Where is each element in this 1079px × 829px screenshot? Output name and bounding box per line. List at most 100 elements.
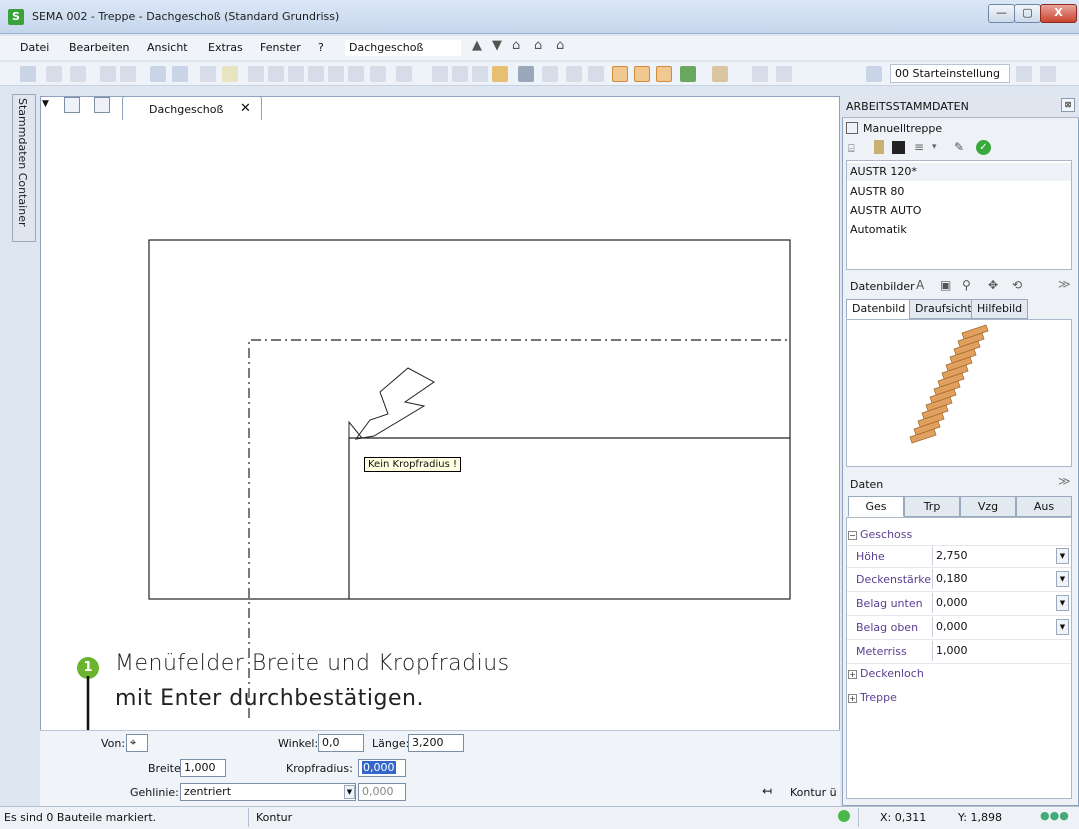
dropdown-icon[interactable]: ▾ — [932, 142, 937, 152]
layer-icon[interactable] — [634, 66, 650, 82]
pan-disabled-icon[interactable] — [370, 66, 386, 82]
panel-close-icon[interactable]: ⊠ — [1061, 98, 1075, 112]
prop-belag-oben-value[interactable]: 0,000 — [932, 617, 1070, 637]
tab-hilfebild[interactable]: Hilfebild — [971, 299, 1029, 319]
pencil-icon[interactable] — [492, 66, 508, 82]
menu-datei[interactable]: Datei — [20, 41, 49, 54]
prop-belag-unten-value[interactable]: 0,000 — [932, 593, 1070, 613]
zoom-all-icon[interactable] — [308, 66, 324, 82]
tool-icon[interactable] — [432, 66, 448, 82]
list-item[interactable]: AUSTR 120* — [850, 165, 917, 178]
menu-help[interactable]: ? — [318, 41, 324, 54]
split-view-icon[interactable] — [94, 97, 110, 113]
scale-icon[interactable] — [588, 66, 604, 82]
collapse-icon[interactable]: − — [848, 530, 857, 540]
redo-icon[interactable] — [120, 66, 136, 82]
save-icon[interactable] — [892, 141, 905, 154]
chevron-down-icon[interactable]: ▼ — [1056, 619, 1069, 635]
text-icon[interactable] — [200, 66, 216, 82]
close-window-button[interactable]: X — [1040, 4, 1077, 23]
measure-icon[interactable] — [566, 66, 582, 82]
lamp-icon[interactable] — [874, 140, 884, 154]
gehlinie-select[interactable]: zentriert — [180, 783, 356, 801]
floor-select[interactable]: Dachgeschoß — [344, 39, 462, 57]
tool-icon[interactable] — [396, 66, 412, 82]
gehlinie-offset-field[interactable]: 0,000 — [358, 783, 406, 801]
settings-icon[interactable] — [866, 66, 882, 82]
undo-icon[interactable] — [100, 66, 116, 82]
maximize-button[interactable]: ▢ — [1014, 4, 1041, 23]
group-treppe[interactable]: + Treppe — [848, 691, 897, 704]
zoom-window-icon[interactable] — [288, 66, 304, 82]
floor-up-icon[interactable]: ▲ — [472, 38, 482, 53]
collapse-icon[interactable]: ≫ — [1058, 277, 1071, 291]
winkel-field[interactable]: 0,0 — [318, 734, 364, 752]
floor-down-icon[interactable]: ▼ — [492, 38, 502, 53]
minimize-button[interactable]: — — [988, 4, 1015, 23]
prop-deckenstaerke-value[interactable]: 0,180 — [932, 569, 1070, 589]
layer-icon[interactable] — [656, 66, 672, 82]
tool-icon[interactable] — [1016, 66, 1032, 82]
pan-icon[interactable]: ✥ — [988, 278, 998, 292]
zoom-out-icon[interactable] — [248, 66, 264, 82]
group-geschoss[interactable]: − Geschoss — [848, 528, 912, 541]
pin-icon[interactable]: ✎ — [954, 140, 964, 154]
tool-icon[interactable] — [752, 66, 768, 82]
collapse-icon[interactable]: ≫ — [1058, 474, 1071, 488]
laenge-field[interactable]: 3,200 — [408, 734, 464, 752]
chevron-down-icon[interactable]: ▼ — [1056, 548, 1069, 564]
expand-icon[interactable]: + — [848, 669, 857, 679]
expand-icon[interactable]: + — [848, 693, 857, 703]
menu-ansicht[interactable]: Ansicht — [147, 41, 188, 54]
dxf-icon[interactable] — [542, 66, 558, 82]
check-icon[interactable]: ✓ — [976, 140, 991, 155]
delete-icon[interactable] — [64, 97, 80, 113]
tool-icon[interactable] — [776, 66, 792, 82]
zoom-icon[interactable]: ⚲ — [962, 278, 971, 292]
list-icon[interactable]: ≡ — [914, 140, 924, 154]
chevron-down-icon[interactable]: ▼ — [344, 785, 355, 799]
tab-draufsicht[interactable]: Draufsicht — [909, 299, 978, 319]
chevron-down-icon[interactable]: ▼ — [1056, 571, 1069, 587]
back-arrow-icon[interactable]: ↤ — [762, 784, 772, 798]
roof-icon[interactable] — [680, 66, 696, 82]
tab-vzg[interactable]: Vzg — [960, 496, 1016, 517]
floor-icon[interactable]: ⌂ — [556, 38, 564, 53]
dropdown-icon[interactable]: ▼ — [42, 99, 49, 109]
list-item[interactable]: AUSTR AUTO — [850, 204, 921, 217]
chevron-down-icon[interactable]: ▼ — [1056, 595, 1069, 611]
menu-fenster[interactable]: Fenster — [260, 41, 301, 54]
tree-icon[interactable]: ⌸ — [848, 142, 855, 156]
side-tab[interactable]: Stammdaten Container — [12, 94, 36, 242]
tab-aus[interactable]: Aus — [1016, 496, 1072, 517]
tool-icon[interactable] — [472, 66, 488, 82]
group-deckenloch[interactable]: + Deckenloch — [848, 667, 924, 680]
preview-icon[interactable] — [172, 66, 188, 82]
tab-trp[interactable]: Trp — [904, 496, 960, 517]
list-item[interactable]: AUSTR 80 — [850, 185, 904, 198]
drawing-canvas[interactable] — [40, 120, 838, 728]
light-icon[interactable] — [222, 66, 238, 82]
zoom-window-icon[interactable]: ▣ — [940, 278, 951, 292]
tool-icon[interactable] — [518, 66, 534, 82]
rotate-icon[interactable]: ⟲ — [1012, 278, 1022, 292]
floor-icon[interactable]: ⌂ — [534, 38, 542, 53]
tool-icon[interactable] — [452, 66, 468, 82]
print-icon[interactable] — [150, 66, 166, 82]
copy-icon[interactable] — [70, 66, 86, 82]
zoom-in-icon[interactable] — [268, 66, 284, 82]
tab-close-icon[interactable]: ✕ — [240, 101, 251, 116]
menu-extras[interactable]: Extras — [208, 41, 243, 54]
open-icon[interactable] — [20, 66, 36, 82]
tab-dachgeschoss[interactable]: Dachgeschoß ✕ — [122, 96, 262, 120]
pan-icon[interactable] — [348, 66, 364, 82]
layer-icon[interactable] — [612, 66, 628, 82]
tab-ges[interactable]: Ges — [848, 496, 904, 517]
text-icon[interactable]: A — [916, 278, 924, 292]
floor-icon[interactable]: ⌂ — [512, 38, 520, 53]
prop-meterriss-value[interactable]: 1,000 — [932, 641, 1070, 661]
menu-bearbeiten[interactable]: Bearbeiten — [69, 41, 129, 54]
list-item[interactable]: Automatik — [850, 223, 907, 236]
tool-icon[interactable] — [712, 66, 728, 82]
prop-hoehe-value[interactable]: 2,750 — [932, 546, 1070, 566]
